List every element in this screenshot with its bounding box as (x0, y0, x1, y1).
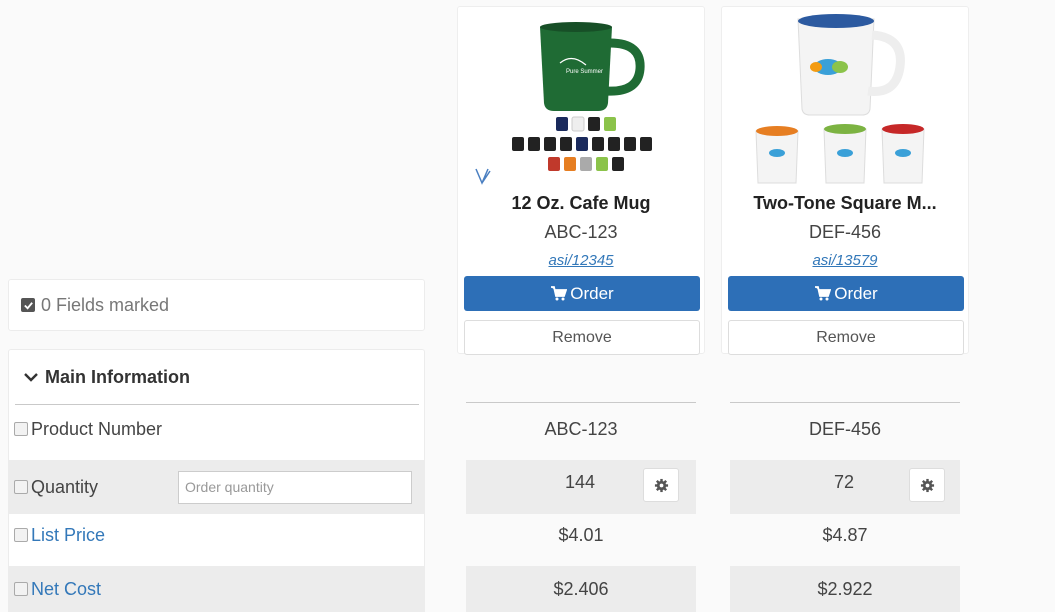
value-net-cost-2: $2.922 (817, 578, 873, 599)
row-label: List Price (14, 525, 105, 546)
value-quantity-2: 72 (833, 472, 855, 492)
product-sku: DEF-456 (808, 222, 882, 242)
product-sku: ABC-123 (544, 222, 618, 242)
row-net-cost: Net Cost $2.406 $2.922 (0, 566, 1055, 612)
product-asi-link[interactable]: asi/13579 (722, 252, 968, 269)
chevron-down-icon (24, 373, 38, 382)
product-name: Two-Tone Square M... (753, 193, 937, 213)
row-quantity: Quantity 144 72 (0, 460, 1055, 514)
row-checkbox[interactable] (14, 422, 28, 436)
label-product-number: Product Number (31, 418, 163, 439)
svg-text:Pure Summer: Pure Summer (566, 69, 603, 75)
product-asi-link[interactable]: asi/12345 (458, 252, 704, 269)
label-list-price[interactable]: List Price (31, 525, 105, 546)
gear-button[interactable] (909, 468, 945, 502)
product-card-1: Pure Summer 12 Oz. Cafe Mug ABC-123 asi/… (457, 6, 705, 355)
order-quantity-input[interactable] (178, 470, 412, 504)
row-checkbox[interactable] (14, 480, 28, 494)
value-product-number-2: DEF-456 (808, 418, 882, 439)
label-quantity: Quantity (31, 476, 99, 497)
value-product-number-1: ABC-123 (544, 418, 618, 439)
cart-icon (551, 286, 568, 301)
remove-button[interactable]: Remove (464, 320, 700, 355)
row-checkbox[interactable] (14, 528, 28, 542)
order-label: Order (834, 283, 878, 303)
gear-icon (920, 478, 934, 492)
order-button[interactable]: Order (728, 276, 964, 311)
order-button[interactable]: Order (464, 276, 700, 311)
order-label: Order (570, 283, 614, 303)
row-label: Quantity (14, 477, 98, 498)
remove-button[interactable]: Remove (728, 320, 964, 355)
value-net-cost-1: $2.406 (553, 578, 609, 599)
gear-icon (654, 478, 668, 492)
section-title: Main Information (45, 366, 190, 387)
check-square-icon[interactable] (21, 298, 35, 312)
product-name: 12 Oz. Cafe Mug (511, 193, 651, 213)
label-net-cost[interactable]: Net Cost (31, 579, 101, 600)
product-image-cafe-mug[interactable]: Pure Summer (464, 13, 698, 191)
product-image-two-tone-mug[interactable] (728, 13, 962, 191)
value-list-price-1: $4.01 (558, 524, 604, 545)
row-list-price: List Price $4.01 $4.87 (0, 510, 1055, 560)
row-checkbox[interactable] (14, 582, 28, 596)
gear-button[interactable] (643, 468, 679, 502)
fields-marked-label: 0 Fields marked (41, 294, 170, 315)
column-divider (466, 402, 696, 403)
value-list-price-2: $4.87 (822, 524, 868, 545)
fields-marked-panel: 0 Fields marked (8, 279, 425, 331)
cart-icon (815, 286, 832, 301)
row-label: Net Cost (14, 579, 101, 600)
value-quantity-1: 144 (564, 472, 596, 492)
product-card-2: Two-Tone Square M... DEF-456 asi/13579 O… (721, 6, 969, 355)
row-product-number: Product Number ABC-123 DEF-456 (0, 404, 1055, 454)
column-divider (730, 402, 960, 403)
section-header-main-information[interactable]: Main Information (15, 350, 419, 405)
row-label: Product Number (14, 419, 162, 440)
